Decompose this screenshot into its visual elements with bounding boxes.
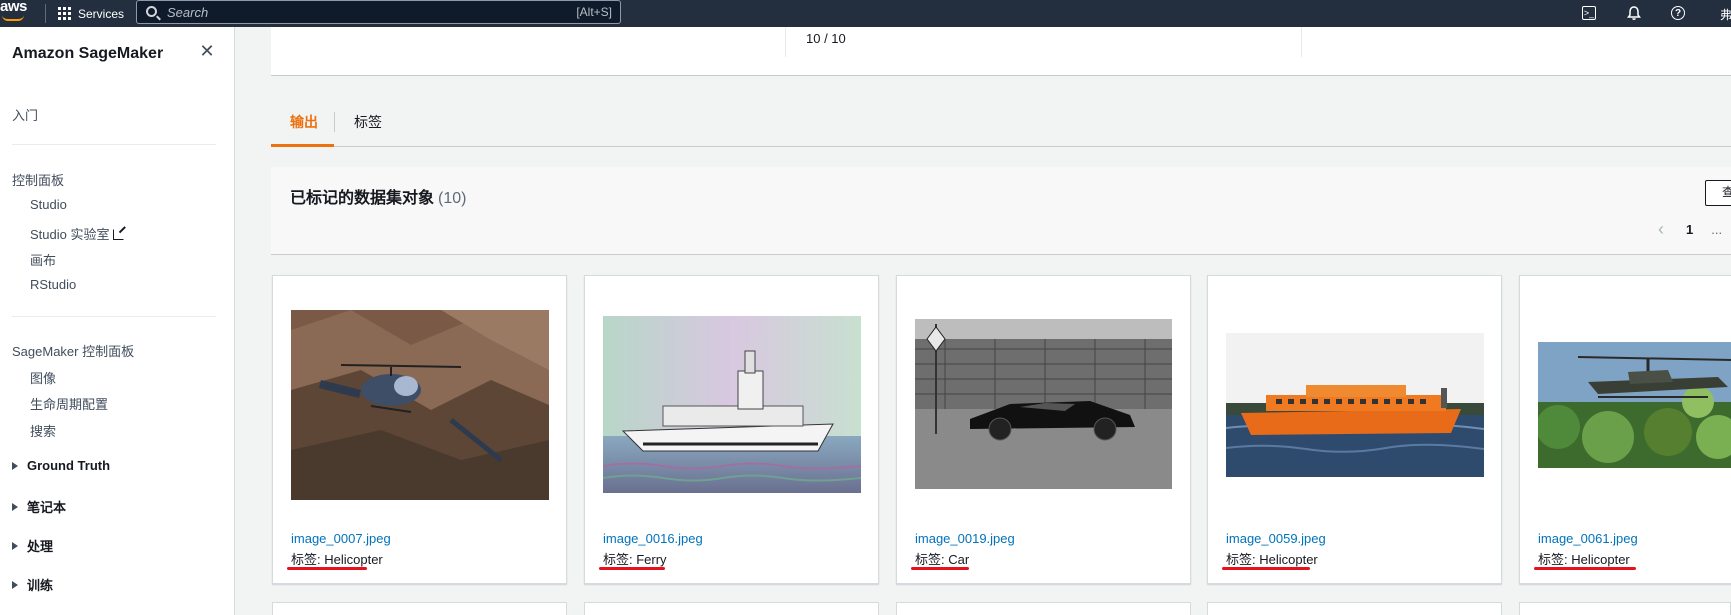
sidebar-group-notebooks[interactable]: 笔记本 — [12, 497, 66, 516]
search-icon — [146, 6, 157, 17]
sidebar-divider — [12, 144, 216, 145]
sidebar: Amazon SageMaker ✕ 入门 控制面板 Studio Studio… — [0, 27, 235, 615]
services-label: Services — [78, 6, 125, 21]
sidebar-section-dashboard: 控制面板 — [12, 173, 65, 188]
dataset-object-card[interactable]: image_0016.jpeg 标签: Ferry — [584, 275, 879, 584]
active-tab-indicator — [271, 144, 334, 147]
tab-divider — [334, 112, 335, 132]
dataset-title-text: 已标记的数据集对象 — [290, 190, 435, 207]
dataset-object-card[interactable]: image_0061.jpeg 标签: Helicopter — [1519, 275, 1731, 584]
dataset-object-card[interactable]: image_0007.jpeg 标签: Helicopter — [272, 275, 567, 584]
object-label: 标签: Car — [915, 552, 970, 567]
object-filename-link[interactable]: image_0019.jpeg — [915, 531, 1015, 546]
dataset-count: (10) — [438, 190, 467, 207]
dataset-object-card[interactable] — [1207, 602, 1502, 615]
object-filename-link[interactable]: image_0059.jpeg — [1226, 531, 1326, 546]
aws-logo[interactable]: aws — [0, 0, 27, 15]
pagination: ‹ 1 ... — [1658, 219, 1722, 240]
sidebar-item-search[interactable]: 搜索 — [30, 421, 56, 440]
dataset-object-card[interactable] — [1519, 602, 1731, 615]
external-link-icon — [113, 229, 125, 240]
caret-right-icon — [12, 580, 18, 589]
sidebar-group-ground-truth[interactable]: Ground Truth — [12, 458, 110, 473]
caret-right-icon — [12, 541, 18, 550]
page-number-1[interactable]: 1 — [1686, 222, 1693, 237]
dataset-object-card[interactable] — [584, 602, 879, 615]
sidebar-item-canvas[interactable]: 画布 — [30, 250, 56, 269]
help-icon[interactable]: ? — [1671, 6, 1685, 20]
object-label: 标签: Ferry — [603, 552, 667, 567]
annotation-underline — [599, 567, 665, 570]
sidebar-item-images[interactable]: 图像 — [30, 368, 56, 387]
sidebar-group-label: 训练 — [27, 578, 54, 593]
object-label: 标签: Helicopter — [1538, 552, 1630, 567]
pagination-ellipsis: ... — [1711, 222, 1723, 237]
dataset-object-card[interactable] — [272, 602, 567, 615]
annotation-underline — [1222, 567, 1310, 570]
annotation-underline — [287, 567, 367, 570]
sidebar-item-lifecycle-config[interactable]: 生命周期配置 — [30, 394, 108, 413]
caret-right-icon — [12, 502, 18, 511]
sidebar-group-training[interactable]: 训练 — [12, 575, 53, 594]
annotation-underline — [911, 567, 969, 570]
labeled-dataset-header: 已标记的数据集对象 (10) 查 ‹ 1 ... — [271, 167, 1731, 255]
image-thumbnail[interactable] — [291, 310, 549, 500]
chevron-left-icon[interactable]: ‹ — [1658, 219, 1674, 240]
dataset-object-card[interactable]: image_0059.jpeg 标签: Helicopter — [1207, 275, 1502, 584]
sidebar-divider — [12, 316, 216, 317]
column-divider — [785, 27, 786, 57]
image-thumbnail[interactable] — [915, 319, 1172, 489]
grid-menu-icon — [58, 7, 71, 20]
account-menu[interactable]: 弗 — [1720, 6, 1731, 23]
tab-labels[interactable]: 标签 — [354, 112, 382, 132]
services-menu-button[interactable]: Services — [58, 0, 124, 27]
top-nav-bar: aws Services [Alt+S] >_ ? 弗 — [0, 0, 1731, 27]
notifications-bell-icon[interactable] — [1625, 4, 1643, 22]
image-thumbnail[interactable] — [1226, 333, 1484, 477]
caret-right-icon — [12, 461, 18, 470]
progress-count: 10 / 10 — [806, 31, 846, 46]
dataset-object-card[interactable] — [896, 602, 1191, 615]
annotation-underline — [1534, 567, 1636, 570]
cloudshell-terminal-icon[interactable]: >_ — [1582, 6, 1596, 20]
view-button[interactable]: 查 — [1705, 180, 1731, 206]
object-filename-link[interactable]: image_0061.jpeg — [1538, 531, 1638, 546]
sidebar-item-studio-lab[interactable]: Studio 实验室 — [30, 224, 125, 243]
aws-logo-smile-icon — [2, 15, 24, 21]
object-filename-link[interactable]: image_0016.jpeg — [603, 531, 703, 546]
search-input[interactable] — [167, 3, 547, 21]
nav-divider — [45, 4, 46, 23]
tabs-bar: 输出 标签 — [271, 100, 1731, 147]
object-filename-link[interactable]: image_0007.jpeg — [291, 531, 391, 546]
sidebar-group-label: 处理 — [27, 539, 54, 554]
sidebar-item-rstudio[interactable]: RStudio — [30, 277, 76, 292]
object-label: 标签: Helicopter — [291, 552, 383, 567]
search-box[interactable]: [Alt+S] — [136, 0, 621, 24]
tab-output[interactable]: 输出 — [290, 112, 318, 132]
sidebar-section-sagemaker-dashboard: SageMaker 控制面板 — [12, 344, 135, 359]
close-icon[interactable]: ✕ — [199, 42, 215, 60]
image-thumbnail[interactable] — [1538, 342, 1731, 468]
sidebar-title: Amazon SageMaker — [12, 45, 164, 62]
sidebar-item-getting-started[interactable]: 入门 — [12, 105, 38, 124]
sidebar-group-label: 笔记本 — [27, 500, 67, 515]
sidebar-group-processing[interactable]: 处理 — [12, 536, 53, 555]
object-label: 标签: Helicopter — [1226, 552, 1318, 567]
dataset-object-card[interactable]: image_0019.jpeg 标签: Car — [896, 275, 1191, 584]
dataset-title: 已标记的数据集对象 (10) — [290, 184, 466, 208]
search-shortcut: [Alt+S] — [576, 5, 612, 19]
sidebar-item-studio[interactable]: Studio — [30, 197, 67, 212]
sidebar-item-label: Studio 实验室 — [30, 227, 110, 242]
sidebar-group-label: Ground Truth — [27, 458, 111, 473]
column-divider — [1301, 27, 1302, 57]
job-summary-panel: 10 / 10 — [271, 27, 1731, 76]
image-thumbnail[interactable] — [603, 316, 861, 493]
